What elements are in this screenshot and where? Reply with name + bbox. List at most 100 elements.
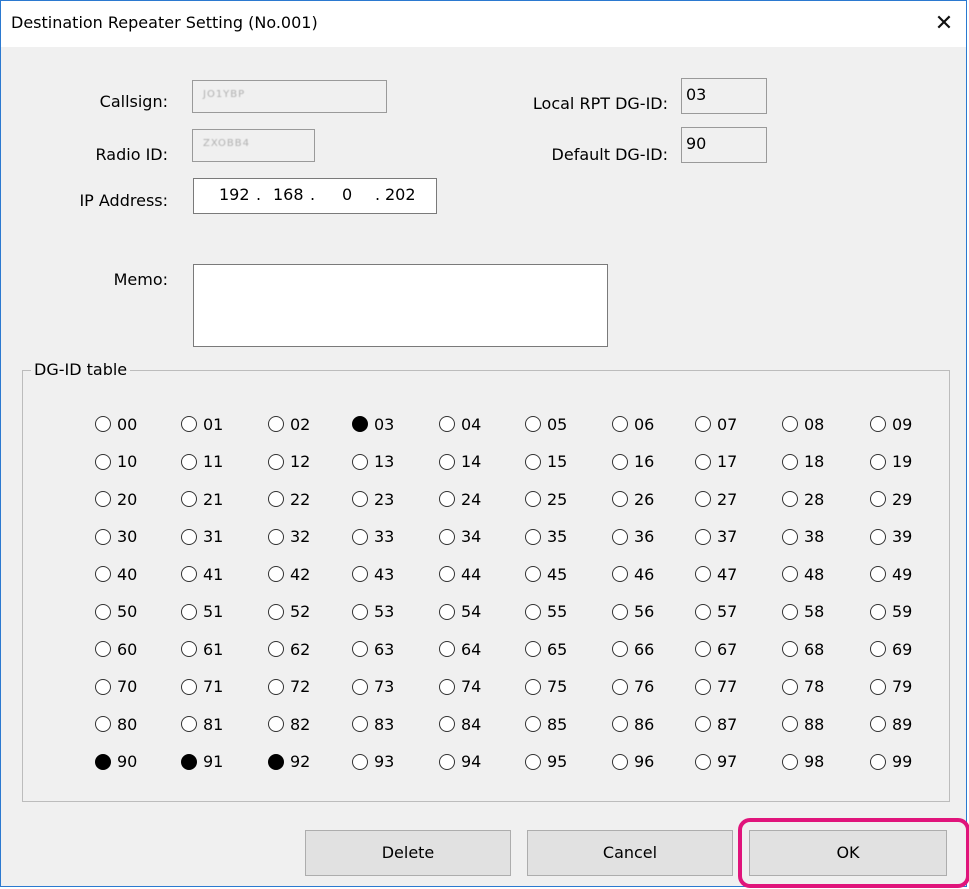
dgid-radio-85[interactable]: 85 — [525, 712, 567, 736]
radio-unselected-icon[interactable] — [439, 641, 455, 657]
dgid-radio-60[interactable]: 60 — [95, 637, 137, 661]
ip-octet-3[interactable]: 0 — [342, 185, 352, 204]
radio-unselected-icon[interactable] — [181, 678, 197, 695]
dgid-radio-43[interactable]: 43 — [352, 562, 394, 586]
dgid-radio-20[interactable]: 20 — [95, 487, 137, 511]
radio-unselected-icon[interactable] — [612, 678, 628, 695]
radio-unselected-icon[interactable] — [612, 753, 628, 770]
radio-unselected-icon[interactable] — [268, 716, 284, 732]
radio-unselected-icon[interactable] — [695, 528, 711, 545]
radio-unselected-icon[interactable] — [268, 566, 284, 582]
radio-unselected-icon[interactable] — [95, 528, 111, 545]
dgid-radio-49[interactable]: 49 — [870, 562, 912, 586]
radio-unselected-icon[interactable] — [782, 678, 798, 695]
radio-unselected-icon[interactable] — [181, 416, 197, 432]
radio-unselected-icon[interactable] — [525, 716, 541, 732]
dgid-radio-17[interactable]: 17 — [695, 450, 737, 474]
dgid-radio-58[interactable]: 58 — [782, 600, 824, 624]
dgid-radio-75[interactable]: 75 — [525, 675, 567, 699]
radio-unselected-icon[interactable] — [95, 716, 111, 732]
dgid-radio-76[interactable]: 76 — [612, 675, 654, 699]
radio-unselected-icon[interactable] — [95, 566, 111, 582]
dgid-radio-24[interactable]: 24 — [439, 487, 481, 511]
radio-unselected-icon[interactable] — [525, 641, 541, 657]
dgid-radio-44[interactable]: 44 — [439, 562, 481, 586]
radio-unselected-icon[interactable] — [181, 528, 197, 545]
radio-unselected-icon[interactable] — [782, 528, 798, 545]
dgid-radio-71[interactable]: 71 — [181, 675, 223, 699]
radio-unselected-icon[interactable] — [870, 566, 886, 582]
dgid-radio-28[interactable]: 28 — [782, 487, 824, 511]
dgid-radio-06[interactable]: 06 — [612, 412, 654, 436]
dgid-radio-78[interactable]: 78 — [782, 675, 824, 699]
radio-unselected-icon[interactable] — [525, 453, 541, 470]
radio-unselected-icon[interactable] — [612, 453, 628, 470]
dgid-radio-46[interactable]: 46 — [612, 562, 654, 586]
dgid-radio-09[interactable]: 09 — [870, 412, 912, 436]
radio-unselected-icon[interactable] — [181, 491, 197, 507]
radio-unselected-icon[interactable] — [870, 678, 886, 695]
radio-unselected-icon[interactable] — [870, 753, 886, 770]
radio-unselected-icon[interactable] — [695, 716, 711, 732]
radio-unselected-icon[interactable] — [268, 678, 284, 695]
dgid-radio-69[interactable]: 69 — [870, 637, 912, 661]
radio-unselected-icon[interactable] — [782, 453, 798, 470]
radio-unselected-icon[interactable] — [612, 716, 628, 732]
radio-unselected-icon[interactable] — [870, 603, 886, 620]
radio-unselected-icon[interactable] — [612, 566, 628, 582]
radio-unselected-icon[interactable] — [695, 491, 711, 507]
radio-unselected-icon[interactable] — [352, 603, 368, 620]
radio-unselected-icon[interactable] — [439, 753, 455, 770]
radio-unselected-icon[interactable] — [870, 528, 886, 545]
dgid-radio-35[interactable]: 35 — [525, 525, 567, 549]
radio-unselected-icon[interactable] — [870, 416, 886, 432]
dgid-radio-93[interactable]: 93 — [352, 750, 394, 774]
dgid-radio-15[interactable]: 15 — [525, 450, 567, 474]
cancel-button[interactable]: Cancel — [527, 830, 733, 876]
radio-unselected-icon[interactable] — [439, 678, 455, 695]
radio-unselected-icon[interactable] — [352, 566, 368, 582]
radio-unselected-icon[interactable] — [870, 716, 886, 732]
dgid-radio-66[interactable]: 66 — [612, 637, 654, 661]
dgid-radio-37[interactable]: 37 — [695, 525, 737, 549]
dgid-radio-88[interactable]: 88 — [782, 712, 824, 736]
dgid-radio-47[interactable]: 47 — [695, 562, 737, 586]
dgid-radio-14[interactable]: 14 — [439, 450, 481, 474]
radio-unselected-icon[interactable] — [695, 753, 711, 770]
dgid-radio-55[interactable]: 55 — [525, 600, 567, 624]
radio-unselected-icon[interactable] — [439, 416, 455, 432]
dgid-radio-90[interactable]: 90 — [95, 750, 137, 774]
radio-unselected-icon[interactable] — [695, 603, 711, 620]
dgid-radio-53[interactable]: 53 — [352, 600, 394, 624]
ip-octet-4[interactable]: 202 — [385, 185, 416, 204]
radio-unselected-icon[interactable] — [695, 453, 711, 470]
radio-unselected-icon[interactable] — [782, 753, 798, 770]
radio-unselected-icon[interactable] — [782, 416, 798, 432]
radio-unselected-icon[interactable] — [695, 641, 711, 657]
dgid-radio-50[interactable]: 50 — [95, 600, 137, 624]
radio-selected-icon[interactable] — [268, 753, 284, 770]
dgid-radio-97[interactable]: 97 — [695, 750, 737, 774]
radio-unselected-icon[interactable] — [695, 678, 711, 695]
radio-unselected-icon[interactable] — [782, 641, 798, 657]
dgid-radio-56[interactable]: 56 — [612, 600, 654, 624]
dgid-radio-95[interactable]: 95 — [525, 750, 567, 774]
dgid-radio-87[interactable]: 87 — [695, 712, 737, 736]
radio-unselected-icon[interactable] — [612, 528, 628, 545]
dgid-radio-54[interactable]: 54 — [439, 600, 481, 624]
radio-unselected-icon[interactable] — [782, 716, 798, 732]
dgid-radio-45[interactable]: 45 — [525, 562, 567, 586]
dgid-radio-05[interactable]: 05 — [525, 412, 567, 436]
radio-unselected-icon[interactable] — [525, 678, 541, 695]
radio-unselected-icon[interactable] — [352, 528, 368, 545]
radio-unselected-icon[interactable] — [95, 453, 111, 470]
dgid-radio-77[interactable]: 77 — [695, 675, 737, 699]
radio-unselected-icon[interactable] — [352, 753, 368, 770]
dgid-radio-40[interactable]: 40 — [95, 562, 137, 586]
radio-unselected-icon[interactable] — [95, 603, 111, 620]
dgid-radio-13[interactable]: 13 — [352, 450, 394, 474]
dgid-radio-04[interactable]: 04 — [439, 412, 481, 436]
radio-selected-icon[interactable] — [181, 753, 197, 770]
radio-unselected-icon[interactable] — [439, 453, 455, 470]
dgid-radio-07[interactable]: 07 — [695, 412, 737, 436]
